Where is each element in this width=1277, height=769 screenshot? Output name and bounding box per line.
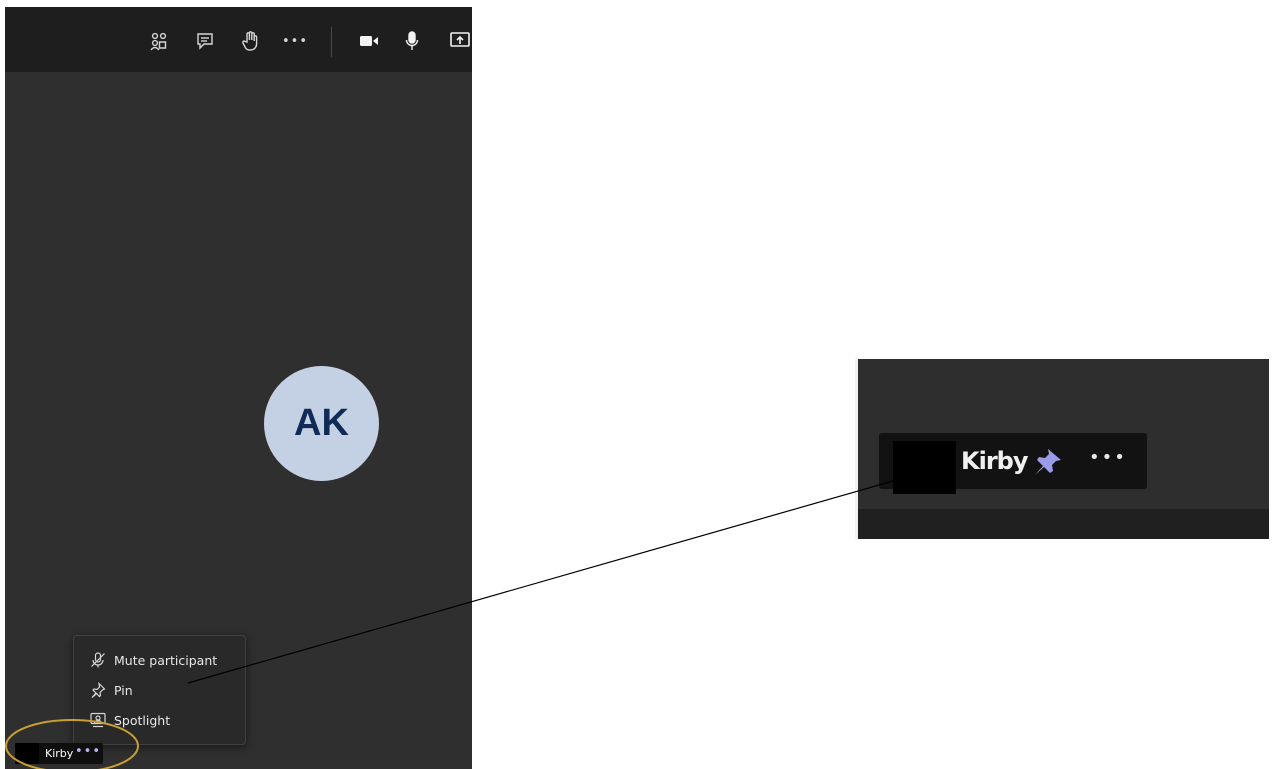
callout-line: [187, 480, 894, 684]
callout-overlay: [5, 480, 894, 769]
highlight-circle: [5, 719, 139, 769]
